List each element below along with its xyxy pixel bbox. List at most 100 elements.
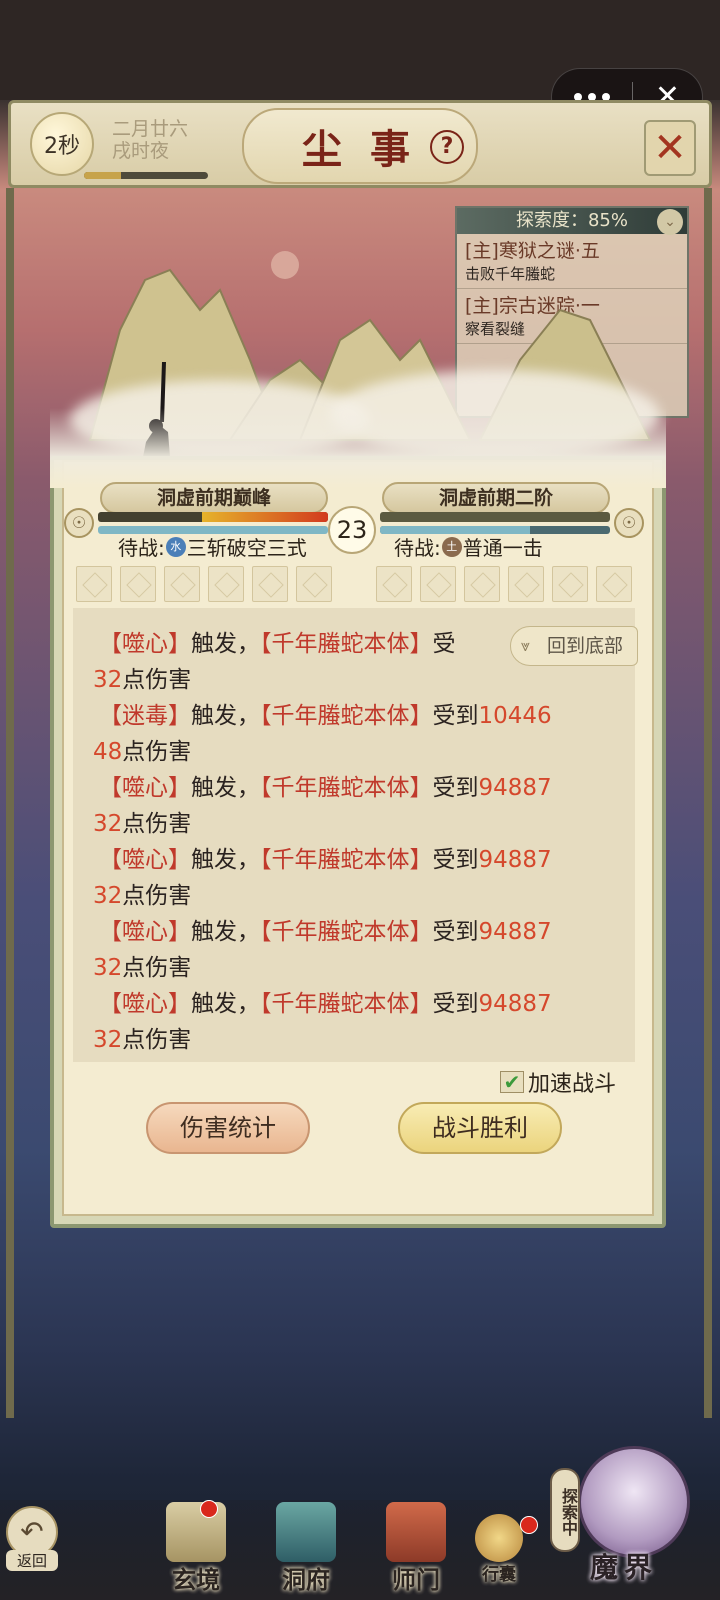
round-counter: 23 [328,506,376,554]
enemy-buff-slot[interactable] [552,566,588,602]
nav-label: 行囊 [482,1565,516,1585]
waiting-label: 待战: [118,536,165,560]
nav-dongfu[interactable]: 洞府 [260,1502,352,1594]
log-text: 受到 [432,775,479,801]
enemy-buff-slot[interactable] [420,566,456,602]
log-entry-cont: 32点伤害 [93,662,191,698]
log-text: 受到 [432,703,479,729]
damage-value: 94887 [478,991,552,1017]
log-text: 受 [432,631,456,657]
log-text: 受到 [432,919,479,945]
player-next-skill: 待战: 水 三斩破空三式 [118,532,307,561]
damage-value: 32 [93,883,123,909]
damage-value: 94887 [478,775,552,801]
bag-icon [475,1514,523,1562]
log-text: 触发， [191,919,260,945]
enemy-hp-bar [380,512,610,522]
player-avatar-icon[interactable]: ☉ [64,508,94,538]
nav-shimen[interactable]: 师门 [370,1502,462,1594]
demon-realm-portrait[interactable] [578,1446,690,1558]
help-icon[interactable]: ? [430,130,464,164]
skill-tag: 【噬心】 [99,847,191,873]
back-to-bottom-button[interactable]: ⩔ 回到底部 [510,626,638,666]
log-text: 点伤害 [122,811,192,837]
back-to-bottom-label: 回到底部 [547,635,624,657]
back-button[interactable]: ↶ 返回 [6,1506,66,1586]
player-buff-slot[interactable] [164,566,200,602]
player-bars [98,512,328,534]
check-icon[interactable]: ✔ [500,1071,524,1093]
skill-name: 普通一击 [462,536,543,560]
battle-victory-button[interactable]: 战斗胜利 [398,1102,562,1154]
log-text: 点伤害 [122,955,192,981]
log-text: 触发， [191,847,260,873]
explore-label: 探索度：85% [515,210,628,231]
skill-tag: 【噬心】 [99,631,191,657]
frame-right [704,188,712,1418]
battle-log[interactable]: 【噬心】触发，【千年螣蛇本体】受 32点伤害 【迷毒】触发，【千年螣蛇本体】受到… [73,608,635,1062]
player-buff-slot[interactable] [252,566,288,602]
player-buff-slot[interactable] [76,566,112,602]
log-text: 点伤害 [122,739,192,765]
damage-value: 32 [93,955,123,981]
notification-badge [520,1516,538,1534]
lunar-date: 二月廿六 戌时夜 [112,118,188,162]
damage-value: 32 [93,667,123,693]
speed-battle-toggle[interactable]: ✔ 加速战斗 [500,1066,616,1098]
time-progress-bar [84,172,208,179]
target-tag: 【千年螣蛇本体】 [260,703,433,729]
log-entry: 【噬心】触发，【千年螣蛇本体】受到94887 [99,986,552,1022]
player-realm: 洞虚前期巅峰 [100,482,328,514]
enemy-buff-slot[interactable] [464,566,500,602]
notification-badge [200,1500,218,1518]
target-tag: 【千年螣蛇本体】 [260,919,433,945]
demon-realm-label[interactable]: 魔界 [590,1546,658,1586]
pavilion-icon [276,1502,336,1562]
player-buff-slot[interactable] [296,566,332,602]
enemy-buff-slot[interactable] [376,566,412,602]
log-text: 触发， [191,991,260,1017]
player-buff-slot[interactable] [208,566,244,602]
log-entry-cont: 48点伤害 [93,734,191,770]
earth-element-icon: 土 [441,536,462,557]
frame-left [6,188,14,1418]
skill-tag: 【噬心】 [99,919,191,945]
log-text: 触发， [191,631,260,657]
log-text: 受到 [432,991,479,1017]
date-line: 二月廿六 [112,118,189,140]
enemy-buff-slot[interactable] [596,566,632,602]
dialog-cloud-top [50,408,666,488]
expand-icon[interactable]: ✕ [644,120,696,176]
exploring-tag: 探索中 [550,1468,580,1552]
log-entry: 【噬心】触发，【千年螣蛇本体】受到94887 [99,914,552,950]
battle-dialog: 洞虚前期巅峰 洞虚前期二阶 ☉ ☉ 23 待战: 水 三斩破空三式 待战: 土 … [50,408,666,1228]
log-entry-cont: 32点伤害 [93,806,191,842]
nav-label: 洞府 [282,1565,330,1594]
player-hp-bar [98,512,328,522]
explore-progress: 探索度：85% ⌄ [457,208,687,235]
enemy-bars [380,512,610,534]
waiting-label: 待战: [394,536,441,560]
chevron-down-icon: ⩔ [521,636,531,655]
log-entry-cont: 32点伤害 [93,1022,191,1058]
nav-label: 玄境 [172,1565,220,1594]
damage-value: 10446 [478,703,552,729]
damage-stats-button[interactable]: 伤害统计 [146,1102,310,1154]
damage-value: 94887 [478,919,552,945]
enemy-avatar-icon[interactable]: ☉ [614,508,644,538]
page-title: 尘事 [302,126,438,173]
chevron-down-icon[interactable]: ⌄ [657,209,683,235]
target-tag: 【千年螣蛇本体】 [260,847,433,873]
player-buff-slot[interactable] [120,566,156,602]
enemy-realm: 洞虚前期二阶 [382,482,610,514]
nav-xingnang[interactable]: 行囊 [464,1502,534,1592]
log-entry: 【迷毒】触发，【千年螣蛇本体】受到10446 [99,698,552,734]
damage-value: 32 [93,1027,123,1053]
log-text: 触发， [191,703,260,729]
log-text: 点伤害 [122,1027,192,1053]
target-tag: 【千年螣蛇本体】 [260,991,433,1017]
log-text: 触发， [191,775,260,801]
nav-xuanjing[interactable]: 玄境 [150,1502,242,1594]
enemy-buff-slot[interactable] [508,566,544,602]
speed-label: 加速战斗 [528,1072,617,1097]
